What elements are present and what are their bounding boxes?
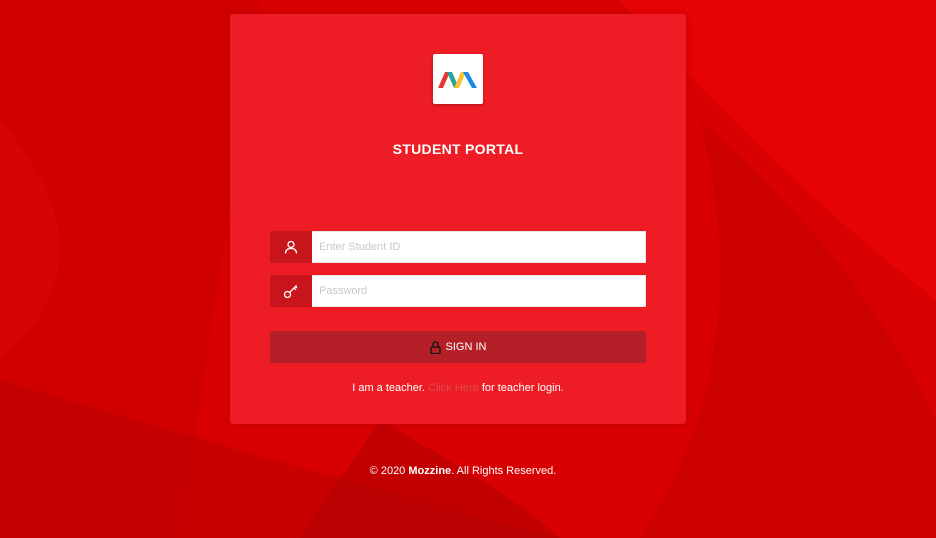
copyright-text: © 2020 bbox=[369, 465, 406, 477]
brand-name: Mozzine bbox=[408, 465, 452, 477]
mozzine-logo bbox=[433, 54, 483, 104]
teacher-login-link[interactable]: Click Here bbox=[428, 382, 479, 394]
footer: © 2020 Mozzine. All Rights Reserved. bbox=[0, 465, 926, 477]
teacher-suffix: for teacher login. bbox=[481, 382, 564, 394]
student-id-field bbox=[270, 231, 646, 263]
lock-icon bbox=[429, 340, 441, 354]
sign-in-label: SIGN IN bbox=[445, 341, 487, 353]
password-input[interactable] bbox=[312, 275, 646, 307]
user-icon bbox=[270, 231, 312, 263]
sign-in-button[interactable]: SIGN IN bbox=[270, 331, 646, 363]
page-title: STUDENT PORTAL bbox=[392, 141, 524, 157]
login-card: STUDENT PORTAL SIGN IN I am a teacher. C… bbox=[230, 14, 686, 424]
rights-text: . All Rights Reserved. bbox=[451, 465, 557, 477]
student-id-input[interactable] bbox=[312, 231, 646, 263]
teacher-prefix: I am a teacher. bbox=[352, 382, 425, 394]
logo-mark-icon bbox=[438, 72, 477, 88]
key-icon bbox=[270, 275, 312, 307]
password-field bbox=[270, 275, 646, 307]
teacher-login-line: I am a teacher. Click Here for teacher l… bbox=[230, 382, 686, 394]
